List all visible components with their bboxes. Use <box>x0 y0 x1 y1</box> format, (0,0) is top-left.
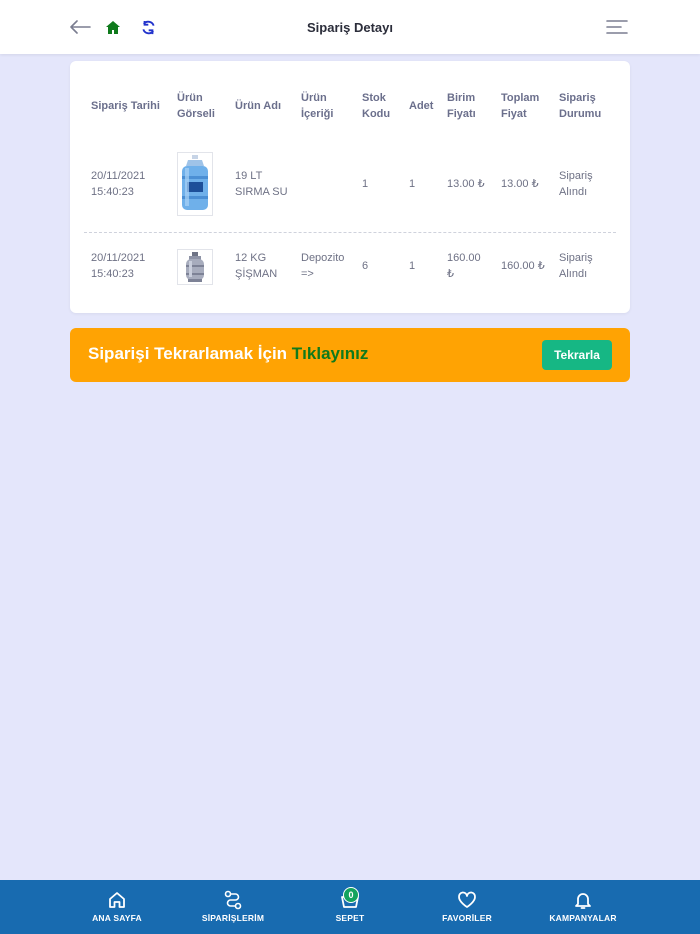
water-bottle-image <box>177 152 213 216</box>
row-divider <box>84 232 616 233</box>
table-row-1-quantity: 1 <box>409 178 416 190</box>
home-outline-icon <box>107 890 127 910</box>
column-header-product-content: Ürün İçeriği <box>301 92 334 120</box>
table-row-2-product-name: 12 KG ŞİŞMAN <box>235 252 278 280</box>
column-header-unit-price: Birim Fiyatı <box>447 92 476 120</box>
column-header-product-name: Ürün Adı <box>235 100 282 112</box>
repeat-order-text: Siparişi Tekrarlamak İçin Tıklayınız <box>88 344 369 363</box>
table-row-2-quantity: 1 <box>409 260 416 272</box>
table-row-2-stock-code: 6 <box>362 260 369 272</box>
nav-item-home[interactable]: ANA SAYFA <box>67 888 167 928</box>
page-title: Sipariş Detayı <box>307 20 393 35</box>
repeat-order-highlight: Tıklayınız <box>291 344 369 363</box>
column-header-order-date: Sipariş Tarihi <box>91 100 160 112</box>
cart-count-badge: 0 <box>343 887 359 903</box>
table-row-1-product-name: 19 LT SIRMA SU <box>235 170 288 198</box>
table-row-2-total-price: 160.00 ₺ <box>501 260 545 272</box>
table-row-1-unit-price: 13.00 ₺ <box>447 178 485 190</box>
table-row-1-status: Sipariş Alındı <box>559 170 593 198</box>
repeat-order-banner[interactable]: Siparişi Tekrarlamak İçin Tıklayınız Tek… <box>70 328 630 382</box>
table-row-1-date: 20/11/2021 15:40:23 <box>91 170 146 198</box>
table-row-2-unit-price: 160.00 ₺ <box>447 252 481 280</box>
column-header-stock-code: Stok Kodu <box>362 92 391 120</box>
column-header-total-price: Toplam Fiyat <box>501 92 540 120</box>
column-header-product-image: Ürün Görseli <box>177 92 215 120</box>
nav-item-favorites[interactable]: FAVORİLER <box>417 888 517 928</box>
table-row-1-total-price: 13.00 ₺ <box>501 178 539 190</box>
nav-item-campaigns[interactable]: KAMPANYALAR <box>533 888 633 928</box>
table-row-2-status: Sipariş Alındı <box>559 252 593 280</box>
top-header: Sipariş Detayı <box>0 0 700 54</box>
nav-item-orders[interactable]: SİPARİŞLERİM <box>183 888 283 928</box>
menu-icon[interactable] <box>605 17 629 37</box>
table-row-2-product-content: Depozito => <box>301 252 345 280</box>
column-header-quantity: Adet <box>409 100 434 112</box>
heart-icon <box>457 890 477 910</box>
bell-icon <box>573 890 593 910</box>
column-header-order-status: Sipariş Durumu <box>559 92 602 120</box>
gas-cylinder-image <box>177 249 213 285</box>
table-row-1-stock-code: 1 <box>362 178 369 190</box>
order-detail-card: Sipariş Tarihi Ürün Görseli Ürün Adı Ürün… <box>70 61 630 313</box>
repeat-order-button[interactable]: Tekrarla <box>542 340 612 370</box>
route-icon <box>223 890 243 910</box>
table-row-2-date: 20/11/2021 15:40:23 <box>91 252 146 280</box>
